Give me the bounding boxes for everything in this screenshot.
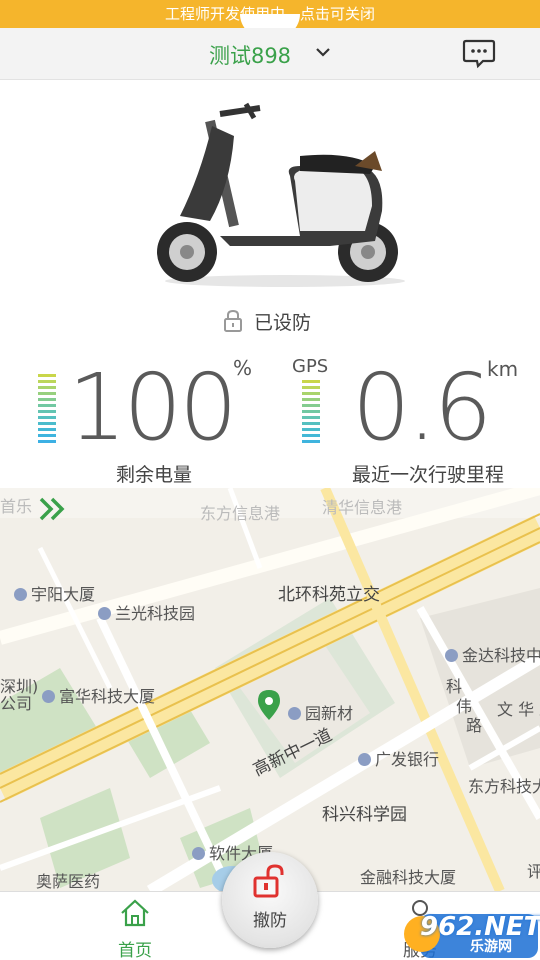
distance-value: 0.6 [352,354,492,461]
map-label: 清华信息港 [322,498,403,517]
map-label: 文 华 路 [497,700,540,719]
map-label: 东方科技大厦 [468,777,540,796]
map-label: 北环科苑立交 [278,585,380,605]
poi-icon [358,753,371,766]
map-label: 路 [466,716,483,735]
poi-icon [288,707,301,720]
disarm-label: 撤防 [253,911,287,931]
map-label: 园新材 [288,700,353,724]
poi-icon [192,847,205,860]
home-icon [121,899,149,927]
poi-icon [14,588,27,601]
map-label: 宇阳大厦 [14,581,95,605]
location-pin-icon[interactable] [258,690,280,720]
map-label: 兰光科技园 [98,600,195,624]
gps-label: GPS [292,356,329,377]
tab-home[interactable]: 首页 [100,898,170,960]
map-label: 公司 [0,694,33,713]
lock-icon [224,309,242,332]
tab-home-label: 首页 [118,941,152,960]
battery-label: 剩余电量 [116,464,193,486]
poi-icon [98,607,111,620]
map-label: 东方信息港 [200,504,281,523]
unlock-icon [253,864,284,898]
map-label: 科兴科学园 [322,805,407,825]
device-name[interactable]: 测试898 [0,40,500,70]
map-label: 首乐 [0,497,33,516]
map-label: 金达科技中心 [445,642,540,666]
top-header: 测试898 [0,28,540,80]
distance-label: 最近一次行驶里程 [352,464,505,486]
battery-value: 100 [68,354,238,461]
disarm-button[interactable]: 撤防 [222,852,318,948]
distance-unit: km [487,357,519,381]
map-label: 广发银行 [358,746,439,770]
scooter-image [157,102,405,287]
chevron-down-icon[interactable] [313,42,333,62]
lock-status-label: 已设防 [254,311,312,334]
battery-unit: % [233,356,253,380]
battery-level-gauge [38,374,56,446]
map-label: 金融科技大厦 [360,868,457,887]
message-icon[interactable] [462,38,496,70]
map-label: 富华科技大厦 [42,683,155,707]
map-label: 评 [527,862,540,881]
lock-status: 已设防 [222,307,311,335]
map-label: 奥萨医药 [36,872,101,891]
watermark-subtext: 乐游网 [470,939,512,955]
gps-signal-gauge [302,380,320,446]
poi-icon [445,649,458,662]
double-chevron-right-icon[interactable] [38,496,68,522]
poi-icon [42,690,55,703]
